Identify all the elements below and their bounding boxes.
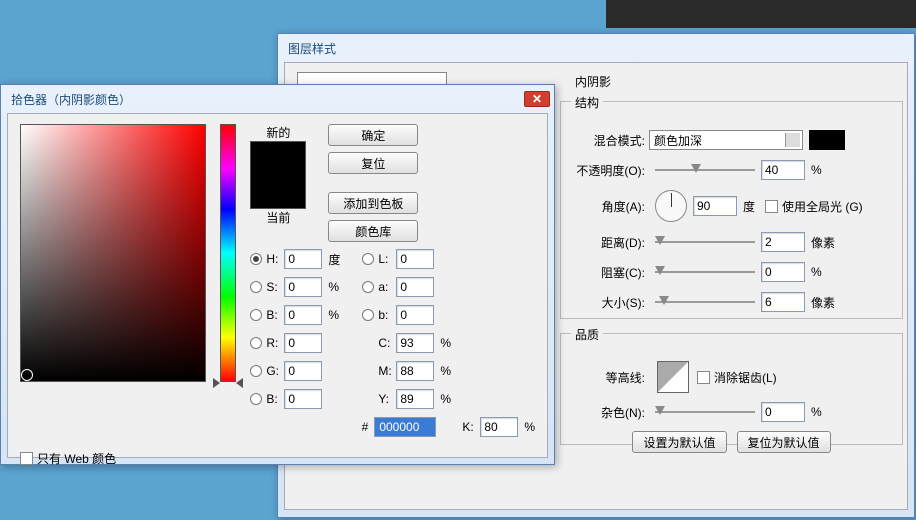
g-input[interactable] [284, 361, 322, 381]
size-slider[interactable] [655, 294, 755, 310]
noise-label: 杂色(N): [573, 404, 649, 421]
blend-mode-label: 混合模式: [573, 132, 649, 149]
reset-default-button[interactable]: 复位为默认值 [737, 431, 831, 453]
size-input[interactable] [761, 292, 805, 312]
noise-input[interactable] [761, 402, 805, 422]
add-swatch-button[interactable]: 添加到色板 [328, 192, 418, 214]
cancel-button[interactable]: 复位 [328, 152, 418, 174]
noise-unit: % [811, 405, 822, 419]
layer-style-title: 图层样式 [288, 40, 336, 57]
m-input[interactable] [396, 361, 434, 381]
distance-input[interactable] [761, 232, 805, 252]
close-button[interactable]: ✕ [524, 91, 550, 107]
opacity-input[interactable] [761, 160, 805, 180]
bv-input[interactable] [284, 305, 322, 325]
quality-fieldset: 品质 等高线: 消除锯齿(L) 杂色(N): % 设置为默认值 复位为默认值 [560, 333, 903, 445]
angle-dial[interactable] [655, 190, 687, 222]
k-input[interactable] [480, 417, 518, 437]
hue-slider[interactable] [220, 124, 236, 382]
structure-fieldset: 结构 混合模式: 颜色加深 不透明度(O): % 角度(A): 度 使用全局光 … [560, 101, 903, 319]
y-input[interactable] [396, 389, 434, 409]
h-radio[interactable] [250, 253, 262, 265]
s-input[interactable] [284, 277, 322, 297]
new-label: 新的 [266, 124, 290, 141]
choke-slider[interactable] [655, 264, 755, 280]
blend-mode-select[interactable]: 颜色加深 [649, 130, 803, 150]
l-input[interactable] [396, 249, 434, 269]
picker-body: 新的 当前 确定 复位 添加到色板 颜色库 H:度 [7, 113, 548, 458]
structure-legend: 结构 [571, 94, 603, 111]
color-lib-button[interactable]: 颜色库 [328, 220, 418, 242]
antialias-checkbox[interactable] [697, 371, 710, 384]
noise-slider[interactable] [655, 404, 755, 420]
antialias-label: 消除锯齿(L) [714, 369, 777, 386]
r-input[interactable] [284, 333, 322, 353]
picker-titlebar[interactable]: 拾色器（内阴影颜色） ✕ [1, 85, 554, 113]
choke-unit: % [811, 265, 822, 279]
hex-label: # [362, 420, 369, 434]
angle-unit: 度 [743, 198, 755, 215]
hue-thumb-right-icon [236, 378, 243, 388]
opacity-label: 不透明度(O): [573, 162, 649, 179]
bl-radio[interactable] [362, 309, 374, 321]
global-light-label: 使用全局光 (G) [782, 198, 863, 215]
size-unit: 像素 [811, 294, 835, 311]
h-input[interactable] [284, 249, 322, 269]
web-only-checkbox[interactable] [20, 452, 33, 465]
distance-label: 距离(D): [573, 234, 649, 251]
c-input[interactable] [396, 333, 434, 353]
ok-button[interactable]: 确定 [328, 124, 418, 146]
distance-unit: 像素 [811, 234, 835, 251]
current-color-swatch[interactable] [250, 175, 306, 209]
s-radio[interactable] [250, 281, 262, 293]
inner-shadow-label: 内阴影 [575, 73, 611, 90]
b-radio[interactable] [250, 309, 262, 321]
size-label: 大小(S): [573, 294, 649, 311]
choke-label: 阻塞(C): [573, 264, 649, 281]
picker-title: 拾色器（内阴影颜色） [11, 91, 131, 108]
distance-slider[interactable] [655, 234, 755, 250]
a-radio[interactable] [362, 281, 374, 293]
angle-label: 角度(A): [573, 198, 649, 215]
l-radio[interactable] [362, 253, 374, 265]
current-label: 当前 [266, 209, 290, 226]
bc-input[interactable] [284, 389, 322, 409]
shadow-color-swatch[interactable] [809, 130, 845, 150]
opacity-slider[interactable] [655, 162, 755, 178]
hue-thumb-left-icon [213, 378, 220, 388]
color-field[interactable] [20, 124, 206, 382]
global-light-checkbox[interactable] [765, 200, 778, 213]
hex-input[interactable] [374, 417, 436, 437]
g-radio[interactable] [250, 365, 262, 377]
angle-input[interactable] [693, 196, 737, 216]
contour-picker[interactable] [657, 361, 689, 393]
opacity-unit: % [811, 163, 822, 177]
web-only-label: 只有 Web 颜色 [37, 450, 116, 467]
a-input[interactable] [396, 277, 434, 297]
color-picker-dialog: 拾色器（内阴影颜色） ✕ 新的 当前 确定 复 [0, 84, 555, 465]
close-icon: ✕ [532, 92, 542, 106]
quality-legend: 品质 [571, 326, 603, 343]
bl-input[interactable] [396, 305, 434, 325]
r-radio[interactable] [250, 337, 262, 349]
app-top-bar [606, 0, 916, 28]
bc-radio[interactable] [250, 393, 262, 405]
choke-input[interactable] [761, 262, 805, 282]
layer-style-titlebar[interactable]: 图层样式 [278, 34, 914, 62]
make-default-button[interactable]: 设置为默认值 [632, 431, 726, 453]
contour-label: 等高线: [573, 369, 649, 386]
new-color-swatch[interactable] [250, 141, 306, 175]
